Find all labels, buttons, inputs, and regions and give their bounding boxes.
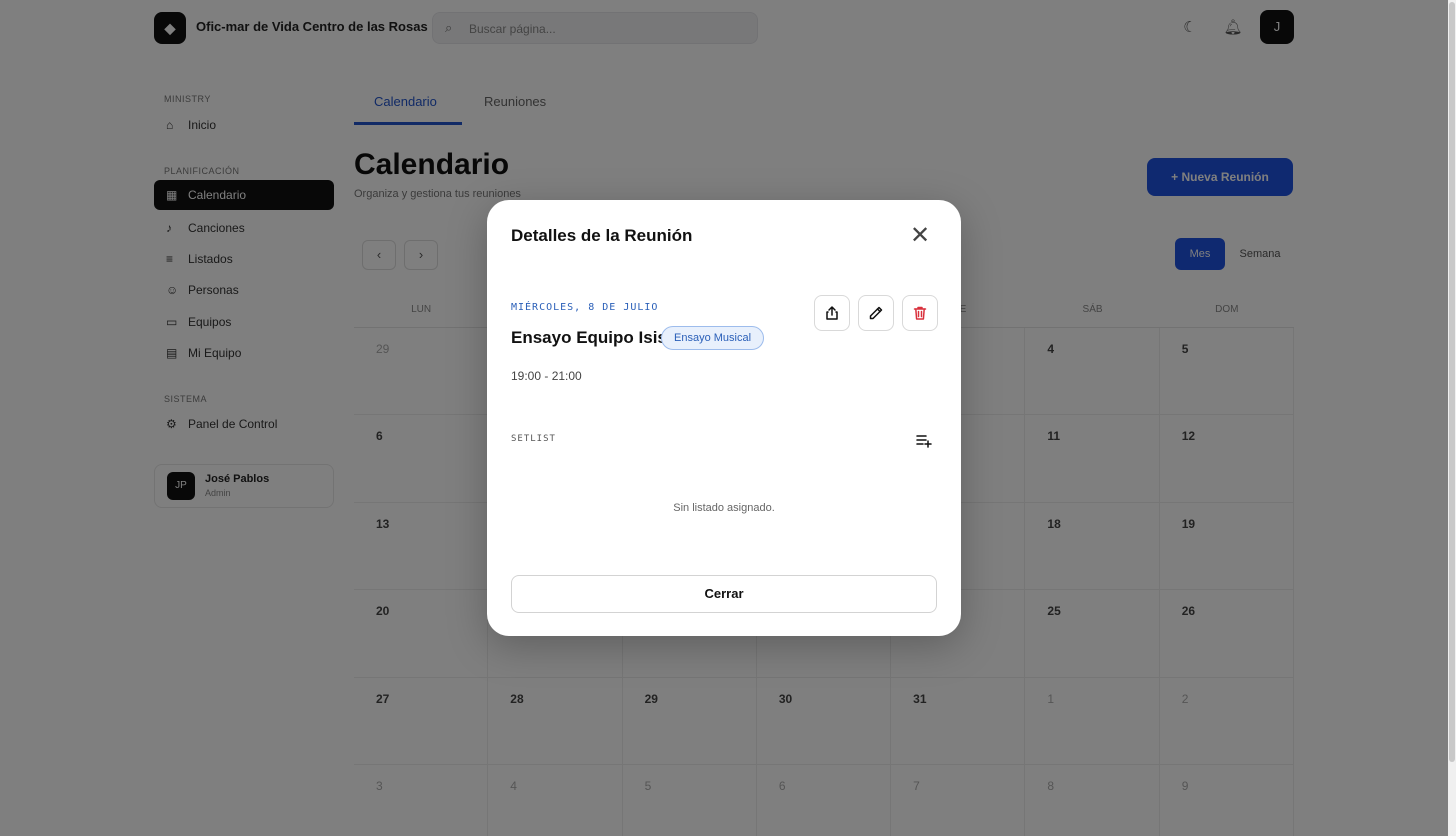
close-icon[interactable]: ✕ (907, 224, 933, 250)
add-setlist-button[interactable] (915, 432, 933, 448)
event-date: MIÉRCOLES, 8 DE JULIO (511, 302, 659, 313)
trash-icon (913, 306, 927, 320)
playlist-add-icon (916, 435, 932, 448)
delete-button[interactable] (902, 295, 938, 331)
close-button[interactable]: Cerrar (511, 575, 937, 613)
share-button[interactable] (814, 295, 850, 331)
event-time: 19:00 - 21:00 (511, 369, 582, 383)
setlist-empty-message: Sin listado asignado. (673, 502, 775, 514)
modal-title: Detalles de la Reunión (511, 226, 693, 245)
pencil-icon (869, 306, 883, 320)
meeting-details-modal: Detalles de la Reunión ✕ MIÉRCOLES, 8 DE… (487, 200, 961, 636)
edit-button[interactable] (858, 295, 894, 331)
event-name: Ensayo Equipo Isis (511, 328, 667, 347)
share-icon (826, 306, 838, 320)
page-scrollbar[interactable] (1448, 0, 1456, 836)
event-type-badge: Ensayo Musical (661, 326, 765, 350)
setlist-label: SETLIST (511, 434, 556, 444)
scrollbar-thumb[interactable] (1449, 2, 1455, 762)
